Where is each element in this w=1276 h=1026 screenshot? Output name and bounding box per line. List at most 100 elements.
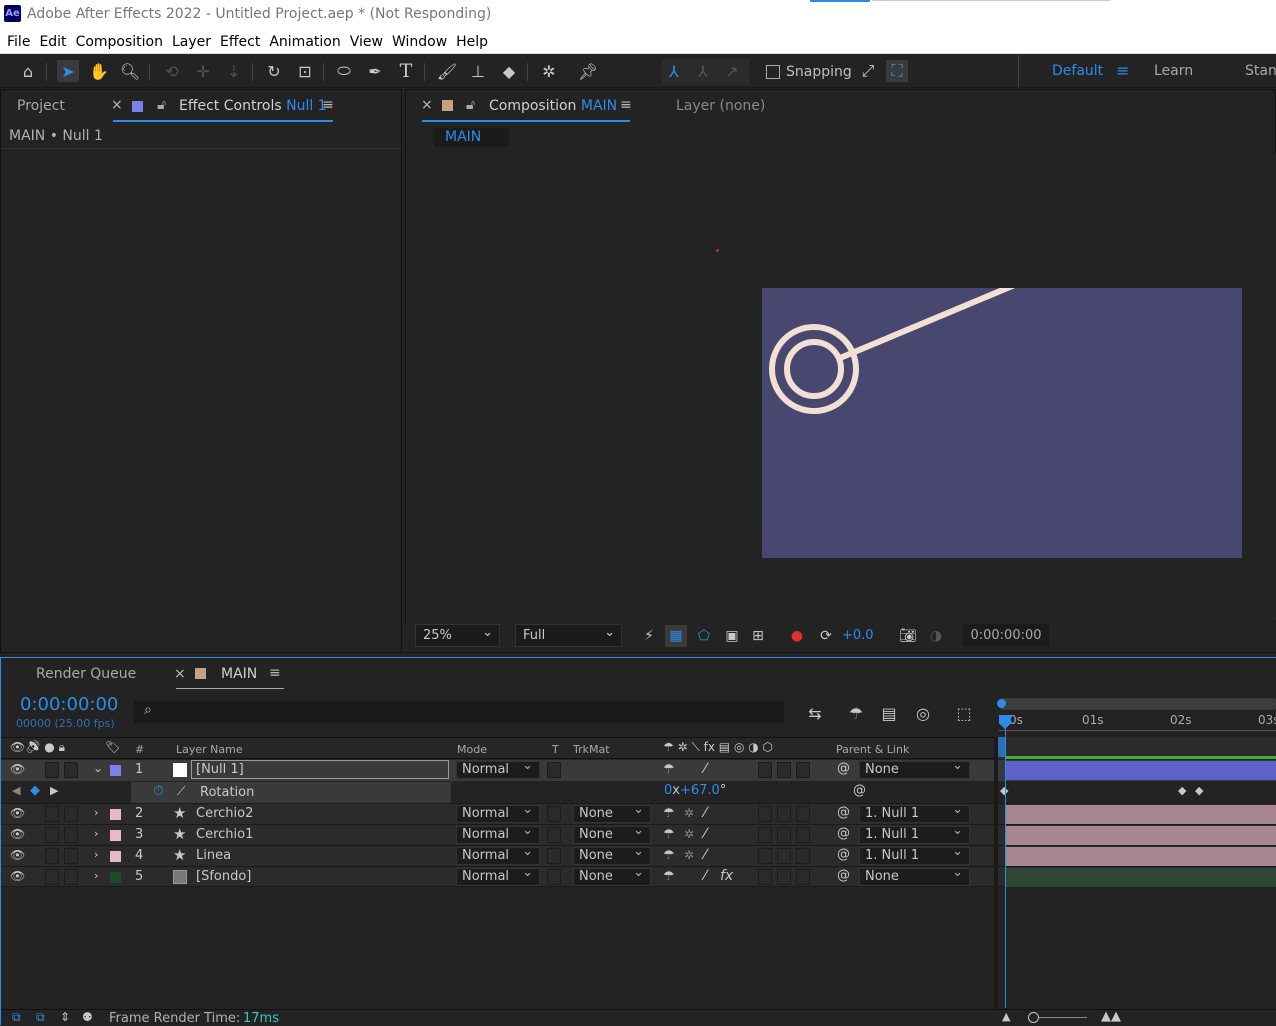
shy-switch-icon[interactable]: ☂: [663, 869, 675, 884]
layer-name-field[interactable]: [Null 1]: [191, 760, 449, 779]
dolly-camera-icon[interactable]: ⇣: [223, 60, 245, 82]
linea-shape[interactable]: [838, 288, 1017, 361]
layer-name[interactable]: Cerchio2: [196, 806, 253, 821]
visibility-eye-icon[interactable]: 👁︎: [10, 806, 25, 820]
menu-composition[interactable]: Composition: [76, 30, 163, 54]
visibility-eye-icon[interactable]: 👁︎: [10, 762, 25, 776]
pick-whip-icon[interactable]: @: [837, 868, 850, 883]
transfer-controls-toggle-icon[interactable]: ⧉: [36, 1010, 45, 1025]
preserve-transparency-switch[interactable]: [547, 762, 561, 778]
layer-duration-bar[interactable]: [1006, 868, 1276, 887]
parent-dropdown[interactable]: None: [859, 758, 970, 779]
motion-blur-icon[interactable]: ◎: [912, 702, 934, 724]
null-anchor-point[interactable]: [716, 249, 719, 252]
collapse-switch-icon[interactable]: ✲: [684, 848, 694, 862]
world-axis-icon[interactable]: ⅄: [692, 60, 714, 82]
solo-switch[interactable]: [45, 869, 59, 885]
in-out-toggle-icon[interactable]: ⇕: [60, 1010, 70, 1024]
layer-duration-bar[interactable]: [1006, 826, 1276, 845]
show-snapshot-icon[interactable]: ◑: [925, 625, 947, 647]
lock-switch[interactable]: [64, 827, 78, 843]
solo-switch[interactable]: [45, 848, 59, 864]
next-keyframe-icon[interactable]: ▶: [50, 784, 58, 797]
snapping-checkbox[interactable]: [766, 65, 780, 79]
layer-search-input[interactable]: ⌕: [134, 701, 784, 723]
region-of-interest-icon[interactable]: ▣: [721, 625, 743, 647]
adjustment-switch[interactable]: [777, 806, 791, 822]
layer-duration-bar[interactable]: [1006, 805, 1276, 824]
roto-brush-tool-icon[interactable]: ✲: [538, 60, 560, 82]
comp-flowchart-tab[interactable]: MAIN: [434, 128, 509, 147]
quality-switch-icon[interactable]: ⁄: [704, 847, 706, 863]
rotation-degrees[interactable]: +67.0: [680, 783, 720, 798]
view-axis-icon[interactable]: ↗: [721, 60, 743, 82]
pick-whip-icon[interactable]: @: [837, 761, 850, 776]
mode-dropdown[interactable]: Normal: [456, 823, 540, 844]
clone-stamp-tool-icon[interactable]: ⊥: [467, 60, 489, 82]
reset-exposure-icon[interactable]: ⟳: [815, 625, 837, 647]
lock-icon[interactable]: 🔓︎: [157, 97, 166, 113]
workspace-menu-icon[interactable]: ≡: [1116, 61, 1129, 80]
parent-dropdown[interactable]: 1. Null 1: [859, 823, 970, 844]
workspace-default[interactable]: Default: [1052, 63, 1103, 79]
prev-keyframe-icon[interactable]: ◀: [12, 784, 20, 797]
eraser-tool-icon[interactable]: ◆: [498, 60, 520, 82]
panel-splitter[interactable]: [994, 737, 998, 1009]
preserve-transparency-switch[interactable]: [547, 827, 561, 843]
close-icon[interactable]: ×: [421, 97, 433, 113]
snapping-toggle[interactable]: Snapping: [766, 64, 852, 80]
home-icon[interactable]: ⌂: [17, 60, 39, 82]
solo-switch[interactable]: [45, 827, 59, 843]
trkmat-dropdown[interactable]: None: [573, 802, 651, 823]
cerchio2-shape[interactable]: [784, 339, 844, 399]
preserve-transparency-switch[interactable]: [547, 848, 561, 864]
render-time-toggle-icon[interactable]: ⚉: [82, 1010, 93, 1024]
menu-help[interactable]: Help: [456, 30, 488, 54]
shy-switch-icon[interactable]: ☂: [663, 827, 675, 842]
lock-switch[interactable]: [64, 869, 78, 885]
zoom-slider-track[interactable]: [1031, 1017, 1087, 1018]
trkmat-dropdown[interactable]: None: [573, 865, 651, 886]
menu-layer[interactable]: Layer: [172, 30, 211, 54]
menu-window[interactable]: Window: [392, 30, 447, 54]
layer-label-swatch[interactable]: [110, 851, 121, 862]
panel-menu-icon[interactable]: ≡: [269, 665, 281, 681]
menu-file[interactable]: File: [7, 30, 30, 54]
zoom-tool-icon[interactable]: 🔍︎: [119, 60, 141, 82]
rotate-tool-icon[interactable]: ↻: [263, 60, 285, 82]
keyframe-marker[interactable]: ◆: [1178, 784, 1186, 797]
table-row[interactable]: 👁︎ › 3 ★ Cerchio1 Normal None ☂ ✲ ⁄ @ 1.…: [1, 823, 1276, 845]
playhead-line[interactable]: [1005, 716, 1006, 1008]
keyframe-marker[interactable]: ◆: [1195, 784, 1203, 797]
layer-duration-bar[interactable]: [1006, 847, 1276, 866]
collapse-switch-icon[interactable]: ✲: [684, 827, 694, 841]
layer-label-swatch[interactable]: [110, 872, 121, 883]
motion-blur-switch[interactable]: [758, 869, 772, 885]
column-layer-name[interactable]: Layer Name: [176, 743, 243, 756]
local-axis-icon[interactable]: ⅄: [663, 60, 685, 82]
viewer-timecode[interactable]: 0:00:00:00: [963, 624, 1049, 647]
3d-switch[interactable]: [796, 869, 810, 885]
graph-editor-icon[interactable]: ⬚: [953, 702, 975, 724]
preserve-transparency-switch[interactable]: [547, 806, 561, 822]
mode-dropdown[interactable]: Normal: [456, 844, 540, 865]
workspace-standard[interactable]: Stanc: [1245, 63, 1276, 79]
lock-switch[interactable]: [64, 806, 78, 822]
table-row[interactable]: 👁︎ › 4 ★ Linea Normal None ☂ ✲ ⁄ @ 1. Nu…: [1, 844, 1276, 866]
panel-menu-icon[interactable]: ≡: [620, 97, 632, 113]
pan-behind-tool-icon[interactable]: ⊡: [294, 60, 316, 82]
visibility-eye-icon[interactable]: 👁︎: [10, 827, 25, 841]
pen-tool-icon[interactable]: ✒: [364, 60, 386, 82]
solo-switch[interactable]: [45, 806, 59, 822]
snapshot-icon[interactable]: 📷︎: [897, 625, 919, 647]
grid-guides-icon[interactable]: ⊞: [747, 625, 769, 647]
3d-switch[interactable]: [796, 848, 810, 864]
pick-whip-icon[interactable]: @: [837, 805, 850, 820]
quality-switch-icon[interactable]: ⁄: [704, 868, 706, 884]
visibility-eye-icon[interactable]: 👁︎: [10, 848, 25, 862]
chevron-right-icon[interactable]: ›: [94, 869, 98, 882]
draft-3d-icon[interactable]: ☂: [845, 702, 867, 724]
transparency-grid-icon[interactable]: ▦: [665, 625, 687, 647]
orbit-camera-icon[interactable]: ⟲: [161, 60, 183, 82]
property-row-rotation[interactable]: ◀ ◆ ▶ ⏱︎ ⟋ Rotation 0x+67.0° @ ◆ ◆ ◆: [1, 782, 1276, 803]
